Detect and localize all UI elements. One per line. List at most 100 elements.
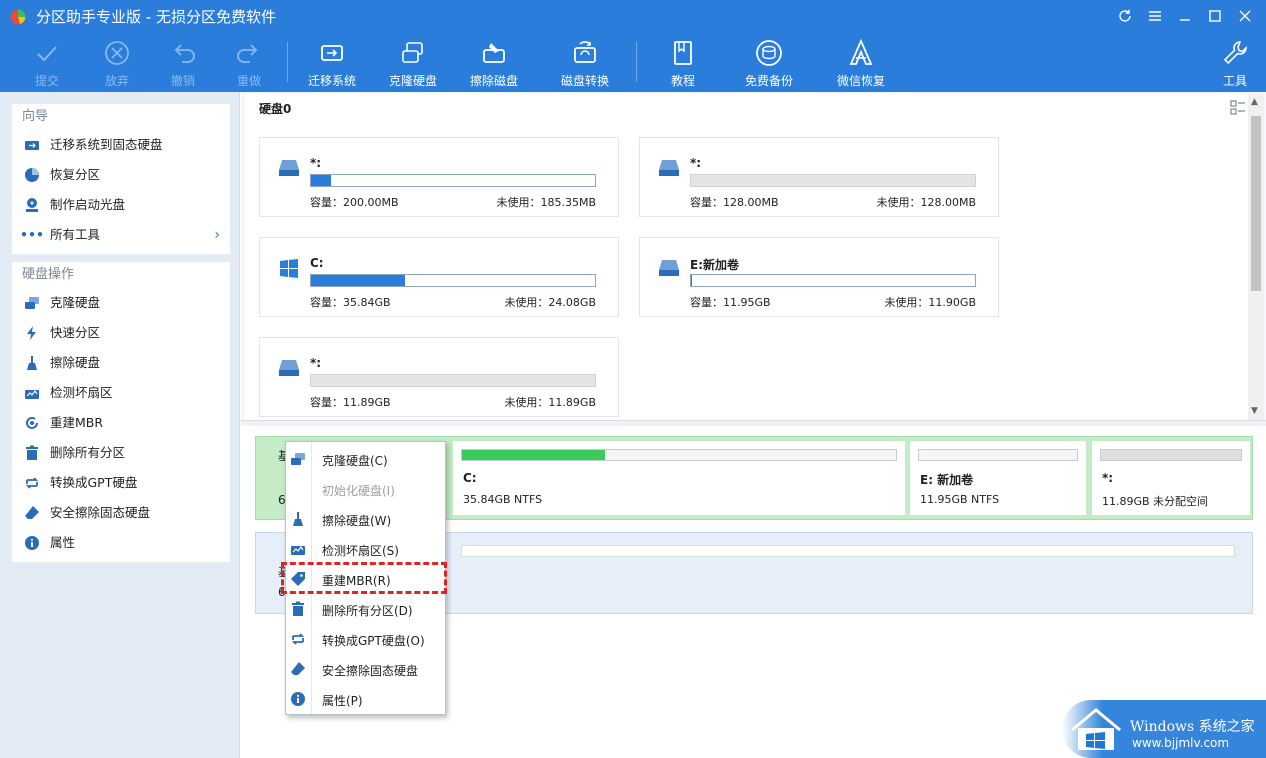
sidebar-item-delete-all[interactable]: 删除所有分区 <box>12 438 230 468</box>
sidebar: 向导 迁移系统到固态硬盘 恢复分区 制作启动光盘 ••• 所有工具 › 硬盘操作… <box>0 92 240 758</box>
menu-item-convert-gpt[interactable]: 转换成GPT硬盘(O) <box>286 624 445 654</box>
broom-icon <box>27 356 37 370</box>
windows-logo-icon <box>280 259 298 278</box>
app-logo-icon <box>10 9 26 25</box>
usage-bar <box>690 274 976 287</box>
wizard-panel: 向导 迁移系统到固态硬盘 恢复分区 制作启动光盘 ••• 所有工具 › <box>12 104 230 254</box>
minimize-button[interactable] <box>1170 4 1200 28</box>
partition-card[interactable]: E:新加卷 容量：11.95GB 未使用：11.90GB <box>639 237 999 317</box>
broom-icon <box>293 512 303 526</box>
menu-button[interactable] <box>1140 4 1170 28</box>
drive-icon <box>279 160 299 176</box>
sidebar-item-bad-sector[interactable]: 检测坏扇区 <box>12 378 230 408</box>
segment-bar <box>1100 449 1242 461</box>
menu-item-secure-erase-ssd[interactable]: 安全擦除固态硬盘 <box>286 654 445 684</box>
undo-button[interactable]: 撤销 <box>148 36 218 88</box>
scroll-down-icon[interactable]: ▼ <box>1251 406 1258 416</box>
sector-check-icon <box>25 389 39 399</box>
segment-bar <box>461 545 1235 557</box>
clone-disk-button[interactable]: 克隆硬盘 <box>378 36 448 88</box>
scrollbar-thumb[interactable] <box>1251 116 1261 291</box>
disk-segment[interactable]: E: 新加卷 11.95GB NTFS <box>910 441 1086 515</box>
sidebar-item-secure-erase-ssd[interactable]: 安全擦除固态硬盘 <box>12 498 230 528</box>
toolbar: 提交 放弃 撤销 重做 迁移系统 克隆硬盘 擦除磁盘 磁盘转换 教程 免费备份 … <box>0 36 1266 92</box>
menu-item-wipe-disk[interactable]: 擦除硬盘(W) <box>286 504 445 534</box>
sidebar-item-quick-partition[interactable]: 快速分区 <box>12 318 230 348</box>
sidebar-item-properties[interactable]: 属性 <box>12 528 230 558</box>
convert-icon <box>291 633 305 645</box>
free-backup-button[interactable]: 免费备份 <box>734 36 804 88</box>
wechat-recovery-button[interactable]: 微信恢复 <box>826 36 896 88</box>
minimize-icon <box>1180 19 1190 21</box>
usage-bar <box>310 274 596 287</box>
partition-card[interactable]: *: 容量：11.89GB 未使用：11.89GB <box>259 337 619 417</box>
menu-item-init-disk[interactable]: 初始化硬盘(I) <box>286 474 445 504</box>
clone-disk-icon <box>291 453 305 465</box>
toolbar-separator <box>287 42 288 82</box>
wizard-heading: 向导 <box>22 109 49 124</box>
window-title: 分区助手专业版 - 无损分区免费软件 <box>36 8 276 26</box>
discard-button[interactable]: 放弃 <box>82 36 152 88</box>
menu-item-delete-all[interactable]: 删除所有分区(D) <box>286 594 445 624</box>
segment-bar <box>918 449 1078 461</box>
partition-card[interactable]: C: 容量：35.84GB 未使用：24.08GB <box>259 237 619 317</box>
commit-button[interactable]: 提交 <box>12 36 82 88</box>
migrate-system-button[interactable]: 迁移系统 <box>297 36 367 88</box>
vertical-scrollbar[interactable]: ▲ ▼ <box>1248 94 1264 420</box>
disk-convert-button[interactable]: 磁盘转换 <box>550 36 620 88</box>
migrate-drive-icon <box>25 141 39 150</box>
usage-bar <box>310 374 596 387</box>
menu-item-bad-sector[interactable]: 检测坏扇区(S) <box>286 534 445 564</box>
tutorial-button[interactable]: 教程 <box>648 36 718 88</box>
wipe-disk-button[interactable]: 擦除磁盘 <box>459 36 529 88</box>
disk-title: 硬盘0 <box>259 102 292 116</box>
menu-item-properties[interactable]: 属性(P) <box>286 684 445 714</box>
close-icon <box>1239 10 1251 22</box>
sidebar-item-all-tools[interactable]: ••• 所有工具 › <box>12 220 230 250</box>
close-button[interactable] <box>1230 4 1260 28</box>
drive-icon <box>659 260 679 276</box>
refresh-button[interactable] <box>1110 4 1140 28</box>
disk-ops-panel: 硬盘操作 克隆硬盘 快速分区 擦除硬盘 检测坏扇区 重建MBR 删除所有分区 转… <box>12 262 230 562</box>
convert-icon <box>25 477 39 489</box>
hamburger-icon <box>1149 11 1161 21</box>
sidebar-item-clone-disk[interactable]: 克隆硬盘 <box>12 288 230 318</box>
scroll-up-icon[interactable]: ▲ <box>1251 97 1258 107</box>
segment-bar <box>461 449 897 461</box>
sidebar-item-wipe-disk[interactable]: 擦除硬盘 <box>12 348 230 378</box>
rebuild-mbr-highlight-box <box>281 562 447 594</box>
sidebar-item-migrate-ssd[interactable]: 迁移系统到固态硬盘 <box>12 130 230 160</box>
maximize-button[interactable] <box>1200 4 1230 28</box>
tools-button[interactable]: 工具 <box>1200 36 1266 88</box>
boot-disc-icon <box>26 198 38 212</box>
redo-button[interactable]: 重做 <box>214 36 284 88</box>
chevron-right-icon: › <box>214 227 220 243</box>
partition-card[interactable]: *: 容量：200.00MB 未使用：185.35MB <box>259 137 619 217</box>
sidebar-item-convert-gpt[interactable]: 转换成GPT硬盘 <box>12 468 230 498</box>
usage-bar <box>310 174 596 187</box>
check-icon <box>37 46 57 62</box>
view-layout-icon[interactable] <box>1228 98 1248 118</box>
sidebar-item-boot-disc[interactable]: 制作启动光盘 <box>12 190 230 220</box>
menu-item-clone-disk[interactable]: 克隆硬盘(C) <box>286 444 445 474</box>
disk-segment[interactable]: C: 35.84GB NTFS <box>453 441 905 515</box>
toolbar-separator <box>636 42 637 82</box>
partition-card[interactable]: *: 容量：128.00MB 未使用：128.00MB <box>639 137 999 217</box>
sidebar-item-recover-partition[interactable]: 恢复分区 <box>12 160 230 190</box>
recovery-icon <box>849 38 873 65</box>
watermark-title: Windows 系统之家 <box>1130 719 1255 735</box>
dots-icon: ••• <box>20 227 44 242</box>
partition-card-view: 硬盘0 *: 容量：200.00MB 未使用：185.35MB *: 容量：12… <box>241 92 1266 420</box>
disk-segment[interactable] <box>453 537 1243 611</box>
clone-disk-icon <box>402 42 423 63</box>
sidebar-item-rebuild-mbr[interactable]: 重建MBR <box>12 408 230 438</box>
trash-icon <box>292 601 304 616</box>
pie-chart-icon <box>25 168 39 182</box>
cancel-circle-icon <box>105 41 129 65</box>
pane-splitter[interactable] <box>241 420 1266 426</box>
maximize-icon <box>1209 10 1221 22</box>
disk-segment[interactable]: *: 11.89GB 未分配空间 <box>1092 441 1250 515</box>
top-bar: 分区助手专业版 - 无损分区免费软件 提交 放弃 撤销 重做 迁移系统 克隆硬盘… <box>0 0 1266 92</box>
migrate-drive-icon <box>321 45 343 61</box>
watermark: Windows 系统之家 www.bjjmlv.com <box>1062 700 1266 758</box>
